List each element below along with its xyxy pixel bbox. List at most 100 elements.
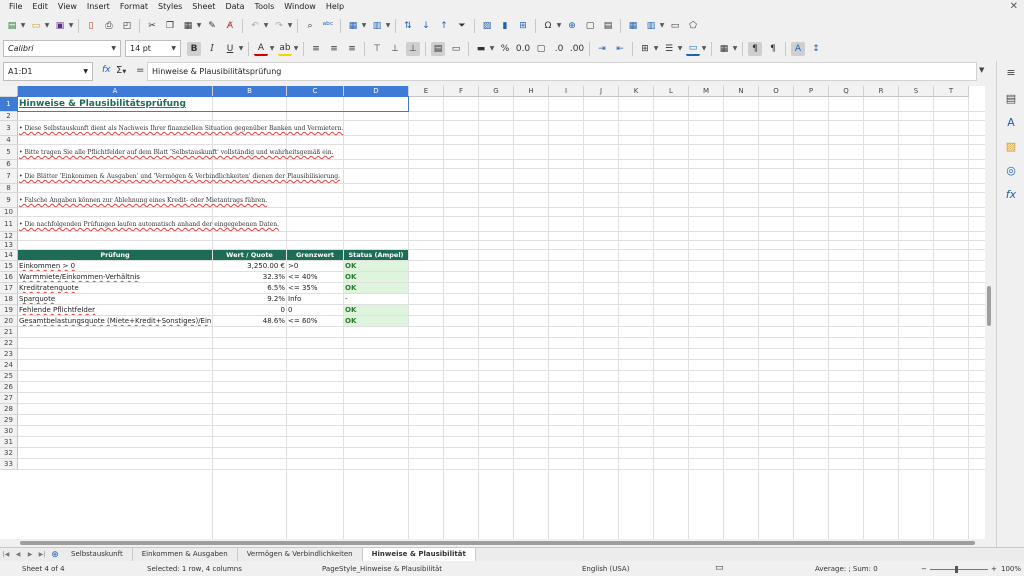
align-middle-icon[interactable]: ⊥ (388, 42, 402, 56)
horizontal-scrollbar[interactable] (0, 539, 985, 547)
paste-dropdown-icon[interactable]: ▼ (196, 19, 202, 33)
column-header-k[interactable]: K (619, 86, 654, 97)
sort-ascending-icon[interactable]: ↓ (419, 19, 433, 33)
text-horizontal-icon[interactable]: A (791, 41, 805, 56)
row-header-26[interactable]: 26 (0, 382, 18, 393)
zoom-slider[interactable] (930, 569, 988, 570)
add-decimal-icon[interactable]: .0 (552, 42, 566, 56)
limit-cell[interactable]: <= 40% (287, 272, 343, 282)
previous-sheet-icon[interactable]: ◀ (12, 551, 24, 558)
freeze-rows-icon[interactable]: ▥ (644, 19, 658, 33)
print-icon[interactable]: ⎙ (102, 19, 116, 33)
highlight-color-icon[interactable]: ab (278, 42, 292, 56)
row-header-33[interactable]: 33 (0, 459, 18, 470)
undo-icon[interactable]: ↶ (248, 19, 262, 33)
status-cell[interactable]: OK (344, 305, 408, 315)
comment-icon[interactable]: ▢ (583, 19, 597, 33)
sheet-tab-1[interactable]: Selbstauskunft (62, 548, 133, 561)
italic-icon[interactable]: I (205, 42, 219, 56)
open-folder-icon[interactable]: ▭ (29, 19, 43, 33)
check-name-cell[interactable]: Fehlende Pflichtfelder (18, 305, 212, 315)
row-header-1[interactable]: 1 (0, 97, 18, 112)
expand-formula-bar-icon[interactable]: ▼ (979, 66, 984, 74)
status-cell[interactable]: OK (344, 261, 408, 271)
note-cell[interactable]: • Falsche Angaben können zur Ablehnung e… (18, 193, 478, 207)
redo-icon[interactable]: ↷ (272, 19, 286, 33)
spelling-icon[interactable]: ᵃᵇᶜ (321, 19, 335, 33)
pivot-table-icon[interactable]: ⊞ (516, 19, 530, 33)
column-header-l[interactable]: L (654, 86, 689, 97)
menu-item-view[interactable]: View (53, 0, 82, 14)
note-cell[interactable]: • Die Blätter 'Einkommen & Ausgaben' und… (18, 169, 478, 183)
horizontal-scroll-thumb[interactable] (20, 541, 975, 545)
vertical-scrollbar[interactable] (985, 86, 993, 539)
row-header-12[interactable]: 12 (0, 232, 18, 241)
sheet-tab-3[interactable]: Vermögen & Verbindlichkeiten (238, 548, 363, 561)
column-header-n[interactable]: N (724, 86, 759, 97)
row-header-19[interactable]: 19 (0, 305, 18, 316)
conditional-format-icon[interactable]: ▦ (717, 42, 731, 56)
column-header-e[interactable]: E (409, 86, 444, 97)
number-format-icon[interactable]: 0.0 (516, 42, 530, 56)
date-format-icon[interactable]: ▢ (534, 42, 548, 56)
clear-formatting-icon[interactable]: A̸ (223, 19, 237, 33)
limit-cell[interactable]: 0 (287, 305, 343, 315)
gallery-icon[interactable]: ▨ (1003, 139, 1019, 155)
insert-image-icon[interactable]: ▨ (480, 19, 494, 33)
new-dropdown-icon[interactable]: ▼ (20, 19, 26, 33)
status-cell[interactable]: OK (344, 272, 408, 282)
align-top-icon[interactable]: ⊤ (370, 42, 384, 56)
zoom-slider-handle[interactable] (955, 566, 958, 573)
formula-icon[interactable]: = (136, 65, 144, 76)
menu-item-sheet[interactable]: Sheet (187, 0, 220, 14)
column-header-f[interactable]: F (444, 86, 479, 97)
sort-descending-icon[interactable]: ↑ (437, 19, 451, 33)
currency-format-icon[interactable]: ▬ (474, 42, 488, 56)
menu-item-window[interactable]: Window (279, 0, 321, 14)
sort-icon[interactable]: ⇅ (401, 19, 415, 33)
limit-cell[interactable]: Info (287, 294, 343, 304)
highlight-dropdown-icon[interactable]: ▼ (293, 42, 299, 56)
column-header-j[interactable]: J (584, 86, 619, 97)
underline-dropdown-icon[interactable]: ▼ (238, 42, 244, 56)
status-language[interactable]: English (USA) (582, 565, 629, 573)
menu-item-format[interactable]: Format (115, 0, 153, 14)
border-color-dropdown-icon[interactable]: ▼ (701, 42, 707, 56)
menu-item-data[interactable]: Data (220, 0, 249, 14)
menu-item-styles[interactable]: Styles (153, 0, 187, 14)
increase-indent-icon[interactable]: ⇥ (595, 42, 609, 56)
export-pdf-icon[interactable]: ▯ (84, 19, 98, 33)
check-name-cell[interactable]: Warmmiete/Einkommen-Verhältnis (18, 272, 212, 282)
print-preview-icon[interactable]: ◰ (120, 19, 134, 33)
table-header-grenzwert[interactable]: Grenzwert (287, 250, 343, 260)
paste-icon[interactable]: ▦ (181, 19, 195, 33)
row-header-25[interactable]: 25 (0, 371, 18, 382)
align-right-icon[interactable]: ≡ (345, 42, 359, 56)
value-cell[interactable]: 48.6% (213, 316, 286, 326)
name-box[interactable]: A1:D1 ▼ (3, 62, 93, 81)
borders-icon[interactable]: ⊞ (638, 42, 652, 56)
column-header-p[interactable]: P (794, 86, 829, 97)
functions-icon[interactable]: fx (1003, 187, 1019, 203)
insert-chart-icon[interactable]: ▮ (498, 19, 512, 33)
font-size-box[interactable]: 14 pt ▼ (125, 40, 181, 57)
note-cell[interactable]: • Die nachfolgenden Prüfungen laufen aut… (18, 217, 478, 231)
row-header-6[interactable]: 6 (0, 160, 18, 169)
border-color-icon[interactable]: ▭ (686, 42, 700, 56)
status-cell[interactable]: OK (344, 283, 408, 293)
define-print-area-icon[interactable]: ▦ (626, 19, 640, 33)
row-icon[interactable]: ▦ (346, 19, 360, 33)
row-header-16[interactable]: 16 (0, 272, 18, 283)
limit-cell[interactable]: >0 (287, 261, 343, 271)
align-center-icon[interactable]: ≡ (327, 42, 341, 56)
value-cell[interactable]: 3,250.00 € (213, 261, 286, 271)
value-cell[interactable]: 0 (213, 305, 286, 315)
font-color-icon[interactable]: A (254, 42, 268, 56)
row-header-18[interactable]: 18 (0, 294, 18, 305)
status-cell[interactable]: OK (344, 316, 408, 326)
row-header-4[interactable]: 4 (0, 136, 18, 145)
new-document-icon[interactable]: ▤ (5, 19, 19, 33)
check-name-cell[interactable]: Kreditratenquote (18, 283, 212, 293)
open-dropdown-icon[interactable]: ▼ (44, 19, 50, 33)
note-cell[interactable]: • Diese Selbstauskunft dient als Nachwei… (18, 121, 478, 135)
